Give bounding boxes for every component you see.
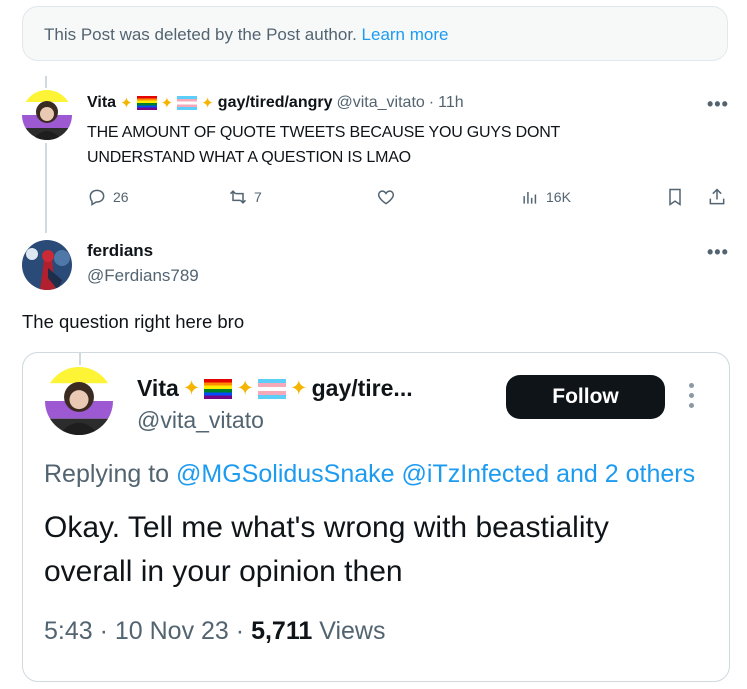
deleted-post-notice: This Post was deleted by the Post author… — [22, 6, 728, 61]
replying-to-mentions[interactable]: @MGSolidusSnake @iTzInfected and 2 other… — [176, 460, 695, 488]
thread-connector-top — [45, 76, 47, 88]
reply-tweet-text: THE AMOUNT OF QUOTE TWEETS BECAUSE YOU G… — [87, 124, 561, 166]
follow-button[interactable]: Follow — [506, 375, 665, 419]
reply-button[interactable]: 26 — [87, 187, 129, 207]
views-count: 5,711 — [251, 617, 313, 645]
vita-avatar[interactable] — [45, 367, 113, 435]
post-time[interactable]: 11h — [438, 94, 464, 112]
like-button[interactable] — [376, 187, 396, 207]
bookmark-icon — [669, 188, 681, 206]
ferdians-avatar[interactable] — [22, 240, 72, 290]
sparkle-emoji-icon: ✦ — [160, 95, 174, 112]
more-options-icon[interactable]: ••• — [707, 242, 729, 263]
main-tweet-text: The question right here bro — [22, 311, 245, 332]
quoted-tweet-text: Okay. Tell me what's wrong with beastial… — [44, 511, 609, 588]
sparkle-emoji-icon: ✦ — [120, 95, 133, 112]
views-button[interactable]: 16K — [520, 187, 571, 207]
author-name-suffix: gay/tire... — [311, 375, 413, 401]
quoted-header: Vita ✦ ✦ ✦ gay/tire... — [137, 375, 413, 402]
vita-header: Vita ✦ ✦ ✦ gay/tired/angry @vita_vitato … — [87, 94, 464, 112]
analytics-icon — [523, 192, 537, 204]
author-name-suffix: gay/tired/angry — [217, 94, 333, 111]
sparkle-emoji-icon: ✦ — [182, 377, 201, 400]
author-handle[interactable]: @vita_vitato — [137, 407, 264, 434]
trans-flag-icon — [258, 378, 286, 399]
share-icon — [709, 188, 725, 205]
bookmark-button[interactable] — [665, 187, 685, 207]
quoted-tweet-card[interactable]: Vita ✦ ✦ ✦ gay/tire... @vita_vitato Foll… — [22, 352, 730, 682]
replying-to-line: Replying to @MGSolidusSnake @iTzInfected… — [44, 460, 696, 488]
heart-icon — [377, 190, 395, 205]
more-options-icon[interactable]: ••• — [707, 94, 729, 115]
trans-flag-icon — [177, 96, 198, 110]
views-count: 16K — [546, 189, 571, 205]
author-name[interactable]: Vita — [87, 94, 116, 112]
author-name[interactable]: Vita — [137, 375, 179, 402]
post-meta: 5:43 · 10 Nov 23 · 5,711 Views — [44, 617, 386, 645]
repost-count: 7 — [254, 189, 262, 205]
repost-icon — [229, 190, 247, 204]
share-button[interactable] — [707, 187, 727, 207]
learn-more-link[interactable]: Learn more — [362, 25, 449, 44]
rainbow-flag-icon — [136, 96, 157, 110]
repost-button[interactable]: 7 — [228, 187, 262, 207]
reply-icon — [89, 189, 105, 206]
sparkle-emoji-icon: ✦ — [290, 377, 308, 400]
sparkle-emoji-icon: ✦ — [201, 95, 214, 112]
sparkle-emoji-icon: ✦ — [236, 377, 254, 400]
author-handle[interactable]: @Ferdians789 — [87, 266, 199, 286]
deleted-notice-text: This Post was deleted by the Post author… — [44, 25, 449, 44]
author-name[interactable]: ferdians — [87, 241, 153, 261]
thread-connector — [79, 353, 81, 365]
author-handle[interactable]: @vita_vitato — [337, 94, 425, 112]
reply-count: 26 — [113, 189, 129, 205]
vita-avatar[interactable] — [22, 90, 72, 140]
more-options-icon[interactable] — [689, 383, 694, 408]
rainbow-flag-icon — [204, 378, 233, 399]
thread-connector-bottom — [45, 143, 47, 233]
post-timestamp[interactable]: 5:43 · 10 Nov 23 · — [44, 617, 244, 645]
